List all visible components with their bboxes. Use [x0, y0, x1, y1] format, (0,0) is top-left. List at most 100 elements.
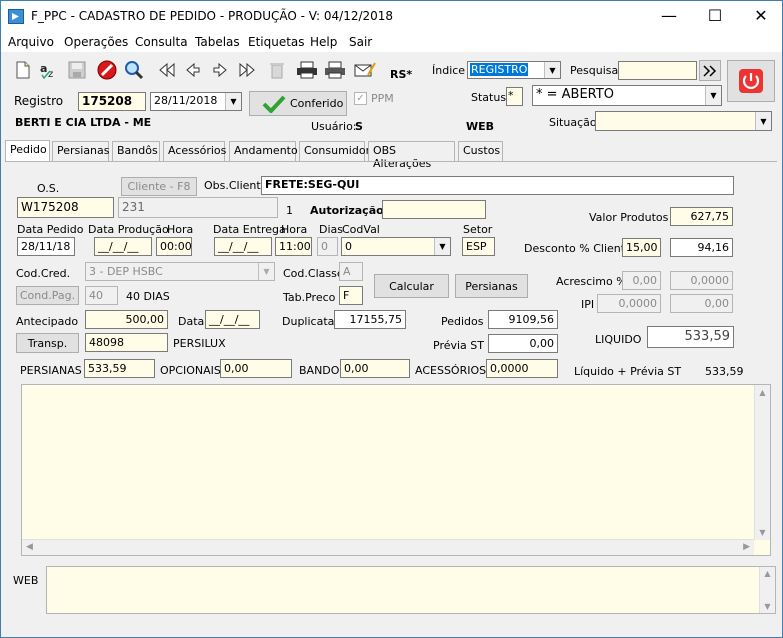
dias-label: Dias: [319, 223, 343, 236]
pesquisa-input[interactable]: [618, 61, 697, 80]
transp-name: PERSILUX: [173, 337, 226, 350]
desconto-val-input[interactable]: 94,16: [670, 238, 733, 257]
date-picker[interactable]: 28/11/2018 ▼: [150, 92, 242, 111]
indice-select[interactable]: REGISTRO ▼: [467, 61, 561, 79]
exit-button[interactable]: [727, 60, 775, 102]
web-scrollbar[interactable]: ▲ ▼: [759, 567, 775, 613]
print-preview-icon[interactable]: [323, 57, 347, 83]
dias-input[interactable]: 0: [317, 237, 338, 256]
email-icon[interactable]: [353, 57, 377, 83]
notes-textarea[interactable]: ▲ ▼ ◀ ▶: [21, 384, 771, 556]
horizontal-scrollbar[interactable]: ◀ ▶: [22, 539, 754, 555]
indice-label: Índice: [432, 64, 466, 77]
tab-acessorios[interactable]: Acessórios: [163, 141, 226, 161]
vertical-scrollbar[interactable]: ▲ ▼: [754, 385, 770, 540]
persianas-input[interactable]: 533,59: [84, 359, 155, 378]
codval-value: 0: [345, 240, 352, 253]
pedidos-input[interactable]: 9109,56: [488, 310, 558, 329]
data-producao-input[interactable]: __/__/__: [94, 237, 152, 256]
condpag-button[interactable]: Cond.Pag.: [16, 286, 79, 305]
status-code-input[interactable]: *: [506, 87, 523, 106]
liquido-input[interactable]: 533,59: [647, 326, 734, 348]
situacao-select[interactable]: ▼: [595, 111, 772, 131]
prev-record-icon[interactable]: [181, 57, 205, 83]
codclasse-input[interactable]: A: [339, 262, 363, 281]
scroll-up-icon[interactable]: ▲: [755, 388, 770, 397]
search-go-icon[interactable]: [699, 60, 721, 81]
cancel-icon[interactable]: [95, 57, 119, 83]
data-entrega-input[interactable]: __/__/__: [214, 237, 272, 256]
ipi-pct-input[interactable]: 0,0000: [597, 294, 661, 313]
tab-consumidor[interactable]: Consumidor: [299, 141, 370, 161]
tab-persianas[interactable]: Persianas: [52, 141, 110, 161]
codval-select[interactable]: 0 ▼: [341, 237, 451, 256]
tab-andamento[interactable]: Andamento: [229, 141, 298, 161]
minimize-button[interactable]: —: [646, 1, 692, 31]
persianas-button[interactable]: Persianas: [455, 274, 528, 298]
valor-produtos-input[interactable]: 627,75: [670, 207, 733, 226]
scroll-right-icon[interactable]: ▶: [743, 542, 750, 552]
web-textarea[interactable]: ▲ ▼: [46, 566, 776, 614]
tab-pedido[interactable]: Pedido: [5, 140, 50, 162]
conferido-button[interactable]: Conferido: [249, 91, 347, 116]
menu-arquivo[interactable]: Arquivo: [8, 35, 54, 49]
menu-etiquetas[interactable]: Etiquetas: [248, 35, 305, 49]
data-pedido-input[interactable]: 28/11/18: [17, 237, 75, 256]
scroll-up-icon[interactable]: ▲: [760, 569, 775, 578]
acessorios-input[interactable]: 0,0000: [486, 359, 558, 378]
menu-help[interactable]: Help: [310, 35, 337, 49]
next-record-icon[interactable]: [208, 57, 232, 83]
transp-code-input[interactable]: 48098: [85, 333, 168, 352]
bando-input[interactable]: 0,00: [340, 359, 410, 378]
tab-obs-alteracoes[interactable]: OBS Alterações: [368, 141, 455, 170]
menu-operacoes[interactable]: Operações: [64, 35, 128, 49]
cliente-code-input[interactable]: 231: [118, 197, 278, 218]
desconto-pct-input[interactable]: 15,00: [622, 238, 661, 257]
antecipado-input[interactable]: 500,00: [85, 310, 168, 329]
new-icon[interactable]: [11, 57, 35, 83]
search-icon[interactable]: [122, 57, 146, 83]
tab-custos[interactable]: Custos: [458, 141, 503, 161]
tabpreco-input[interactable]: F: [339, 286, 363, 305]
codcred-select[interactable]: 3 - DEP HSBC ▼: [85, 262, 275, 281]
close-button[interactable]: ✕: [738, 1, 783, 31]
scroll-left-icon[interactable]: ◀: [26, 542, 33, 552]
menu-consulta[interactable]: Consulta: [135, 35, 188, 49]
menu-tabelas[interactable]: Tabelas: [195, 35, 240, 49]
status-select[interactable]: * = ABERTO ▼: [532, 85, 722, 106]
print-icon[interactable]: [295, 57, 319, 83]
date-value: 28/11/2018: [154, 94, 218, 107]
previa-input[interactable]: 0,00: [488, 334, 558, 353]
opcionais-input[interactable]: 0,00: [220, 359, 292, 378]
data-input[interactable]: __/__/__: [205, 310, 260, 329]
data-label: Data: [178, 315, 205, 328]
delete-icon[interactable]: [265, 57, 289, 83]
cliente-f8-button[interactable]: Cliente - F8: [121, 177, 197, 196]
spellcheck-icon[interactable]: az: [37, 57, 61, 83]
duplicatas-input[interactable]: 17155,75: [334, 310, 406, 329]
acrescimo-val-input[interactable]: 0,0000: [670, 271, 733, 290]
acrescimo-pct-input[interactable]: 0,00: [622, 271, 661, 290]
os-input[interactable]: W175208: [17, 197, 114, 218]
registro-input[interactable]: 175208: [78, 92, 146, 111]
maximize-button[interactable]: ☐: [692, 1, 738, 31]
scroll-down-icon[interactable]: ▼: [755, 528, 770, 537]
condpag-input[interactable]: 40: [85, 286, 118, 305]
previa-label: Prévia ST: [433, 339, 484, 352]
transp-button[interactable]: Transp.: [16, 333, 79, 353]
calcular-button[interactable]: Calcular: [374, 274, 449, 298]
tab-bandos[interactable]: Bandôs: [112, 141, 160, 161]
obs-cliente-input[interactable]: FRETE:SEG-QUI: [261, 176, 734, 195]
valor-produtos-label: Valor Produtos: [589, 211, 669, 224]
autorizacao-input[interactable]: [382, 200, 486, 219]
first-record-icon[interactable]: [155, 57, 179, 83]
ipi-val-input[interactable]: 0,00: [670, 294, 733, 313]
menu-sair[interactable]: Sair: [349, 35, 372, 49]
scroll-down-icon[interactable]: ▼: [760, 602, 775, 611]
last-record-icon[interactable]: [235, 57, 259, 83]
hora2-input[interactable]: 11:00: [275, 237, 312, 256]
hora-input[interactable]: 00:00: [156, 237, 192, 256]
save-icon[interactable]: [65, 57, 89, 83]
setor-input[interactable]: ESP: [462, 237, 495, 256]
ppm-checkbox[interactable]: ✓: [354, 92, 367, 105]
